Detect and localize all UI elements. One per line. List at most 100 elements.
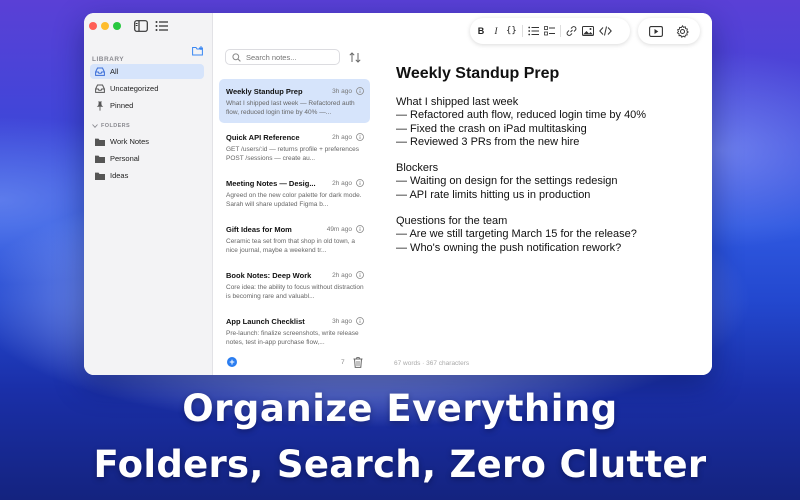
bullet-line: — Fixed the crash on iPad multitasking bbox=[396, 122, 587, 135]
code-icon[interactable] bbox=[598, 25, 612, 37]
note-title: Gift Ideas for Mom bbox=[226, 224, 292, 234]
add-note-button[interactable]: + bbox=[227, 357, 237, 367]
headline: Organize Everything bbox=[182, 387, 618, 430]
pin-icon bbox=[95, 101, 105, 111]
info-icon[interactable] bbox=[356, 133, 364, 141]
trash-icon[interactable] bbox=[353, 357, 363, 368]
note-snippet: Agreed on the new color palette for dark… bbox=[226, 192, 362, 208]
section-heading: Blockers bbox=[396, 162, 439, 175]
toolbar-divider bbox=[521, 25, 523, 37]
italic-button[interactable]: I bbox=[491, 25, 501, 37]
note-list-item[interactable]: Quick API Reference 2h ago GET /users/:i… bbox=[219, 125, 370, 169]
note-title: Weekly Standup Prep bbox=[226, 86, 303, 96]
new-folder-icon[interactable] bbox=[192, 46, 204, 56]
search-input[interactable] bbox=[246, 52, 336, 62]
toolbar-divider bbox=[559, 25, 561, 37]
note-snippet: What I shipped last week — Refactored au… bbox=[226, 100, 355, 116]
library-label: LIBRARY bbox=[92, 56, 125, 63]
play-icon[interactable] bbox=[648, 25, 663, 37]
info-icon[interactable] bbox=[356, 225, 364, 233]
note-list-item[interactable]: Gift Ideas for Mom 49m ago Ceramic tea s… bbox=[219, 217, 370, 261]
search-field[interactable] bbox=[225, 49, 340, 65]
bullet-line: — API rate limits hitting us in producti… bbox=[396, 188, 591, 201]
sidebar-item-label: Uncategorized bbox=[110, 84, 159, 93]
sidebar-item-all[interactable]: All bbox=[90, 64, 204, 79]
note-snippet: Pre-launch: finalize screenshots, write … bbox=[226, 330, 359, 346]
gear-icon[interactable] bbox=[676, 24, 690, 38]
folders-label: FOLDERS bbox=[101, 123, 131, 129]
bullet-list-icon[interactable] bbox=[528, 25, 539, 37]
view-toolbar bbox=[638, 18, 700, 44]
note-snippet: Ceramic tea set from that shop in old to… bbox=[226, 238, 355, 254]
note-section: Questions for the team — Are we still ta… bbox=[396, 215, 692, 255]
note-time: 2h ago bbox=[332, 179, 352, 187]
search-icon bbox=[232, 52, 241, 62]
info-icon[interactable] bbox=[356, 271, 364, 279]
minimize-window-button[interactable] bbox=[101, 22, 109, 30]
note-title: Book Notes: Deep Work bbox=[226, 270, 312, 280]
sort-icon[interactable] bbox=[349, 52, 361, 63]
note-title: Meeting Notes — Desig... bbox=[226, 178, 316, 188]
folder-icon bbox=[95, 154, 105, 164]
sidebar-item-pinned[interactable]: Pinned bbox=[90, 98, 204, 113]
note-snippet: GET /users/:id — returns profile + prefe… bbox=[226, 146, 360, 162]
list-view-icon[interactable] bbox=[155, 20, 169, 32]
bullet-line: — Are we still targeting March 15 for th… bbox=[396, 228, 637, 241]
note-content[interactable]: Weekly Standup Prep What I shipped last … bbox=[396, 65, 692, 268]
folder-icon bbox=[95, 171, 105, 181]
note-title: Quick API Reference bbox=[226, 132, 300, 142]
note-time: 3h ago bbox=[332, 317, 352, 325]
folder-item-ideas[interactable]: Ideas bbox=[90, 168, 204, 183]
note-count: 7 bbox=[341, 359, 345, 366]
code-block-button[interactable]: {} bbox=[506, 25, 517, 37]
sidebar-item-label: All bbox=[110, 67, 119, 76]
chevron-down-icon bbox=[92, 124, 98, 128]
folder-label: Work Notes bbox=[110, 137, 150, 146]
zoom-window-button[interactable] bbox=[113, 22, 121, 30]
note-time: 49m ago bbox=[326, 225, 352, 233]
note-list-item[interactable]: Book Notes: Deep Work 2h ago Core idea: … bbox=[219, 263, 370, 307]
sidebar-item-uncategorized[interactable]: Uncategorized bbox=[90, 81, 204, 96]
tray-icon bbox=[95, 84, 105, 94]
app-window: LIBRARY All Uncategorized Pinned FOLDERS… bbox=[84, 13, 712, 375]
folder-label: Ideas bbox=[110, 171, 129, 180]
sidebar: LIBRARY All Uncategorized Pinned FOLDERS… bbox=[84, 13, 213, 375]
window-controls bbox=[89, 22, 121, 30]
note-time: 3h ago bbox=[332, 87, 352, 95]
note-list-item[interactable]: App Launch Checklist 3h ago Pre-launch: … bbox=[219, 309, 370, 353]
folder-label: Personal bbox=[110, 154, 140, 163]
subheadline: Folders, Search, Zero Clutter bbox=[93, 443, 707, 486]
note-section: Blockers — Waiting on design for the set… bbox=[396, 162, 692, 202]
note-time: 2h ago bbox=[332, 133, 352, 141]
folder-item-personal[interactable]: Personal bbox=[90, 151, 204, 166]
info-icon[interactable] bbox=[356, 87, 364, 95]
section-heading: Questions for the team bbox=[396, 215, 508, 228]
section-heading: What I shipped last week bbox=[396, 96, 519, 108]
note-list-item[interactable]: Weekly Standup Prep 3h ago What I shippe… bbox=[219, 79, 370, 123]
folders-header[interactable]: FOLDERS bbox=[92, 123, 130, 129]
note-heading: Weekly Standup Prep bbox=[396, 65, 560, 82]
note-snippet: Core idea: the ability to focus without … bbox=[226, 284, 364, 300]
bullet-line: — Who's owning the push notification rew… bbox=[396, 241, 622, 254]
info-icon[interactable] bbox=[356, 179, 364, 187]
note-list-item[interactable]: Meeting Notes — Desig... 2h ago Agreed o… bbox=[219, 171, 370, 215]
bold-button[interactable]: B bbox=[476, 25, 486, 37]
folder-item-work-notes[interactable]: Work Notes bbox=[90, 134, 204, 149]
sidebar-toggle-icon[interactable] bbox=[134, 20, 148, 32]
info-icon[interactable] bbox=[356, 317, 364, 325]
sidebar-item-label: Pinned bbox=[110, 101, 134, 110]
tray-icon bbox=[95, 67, 105, 77]
image-icon[interactable] bbox=[581, 25, 594, 37]
note-time: 2h ago bbox=[332, 271, 352, 279]
notes-list-pane: Weekly Standup Prep 3h ago What I shippe… bbox=[213, 13, 373, 375]
folder-icon bbox=[95, 137, 105, 147]
editor-pane: B I {} Weekly Standup Prep What I shippe… bbox=[374, 13, 712, 375]
bullet-line: — Waiting on design for the settings red… bbox=[396, 175, 618, 188]
format-toolbar: B I {} bbox=[470, 18, 630, 44]
library-header: LIBRARY bbox=[92, 46, 204, 63]
bullet-line: — Refactored auth flow, reduced login ti… bbox=[396, 109, 647, 122]
checklist-icon[interactable] bbox=[543, 25, 555, 37]
link-icon[interactable] bbox=[566, 25, 577, 37]
close-window-button[interactable] bbox=[89, 22, 97, 30]
bullet-line: — Reviewed 3 PRs from the new hire bbox=[396, 135, 580, 148]
